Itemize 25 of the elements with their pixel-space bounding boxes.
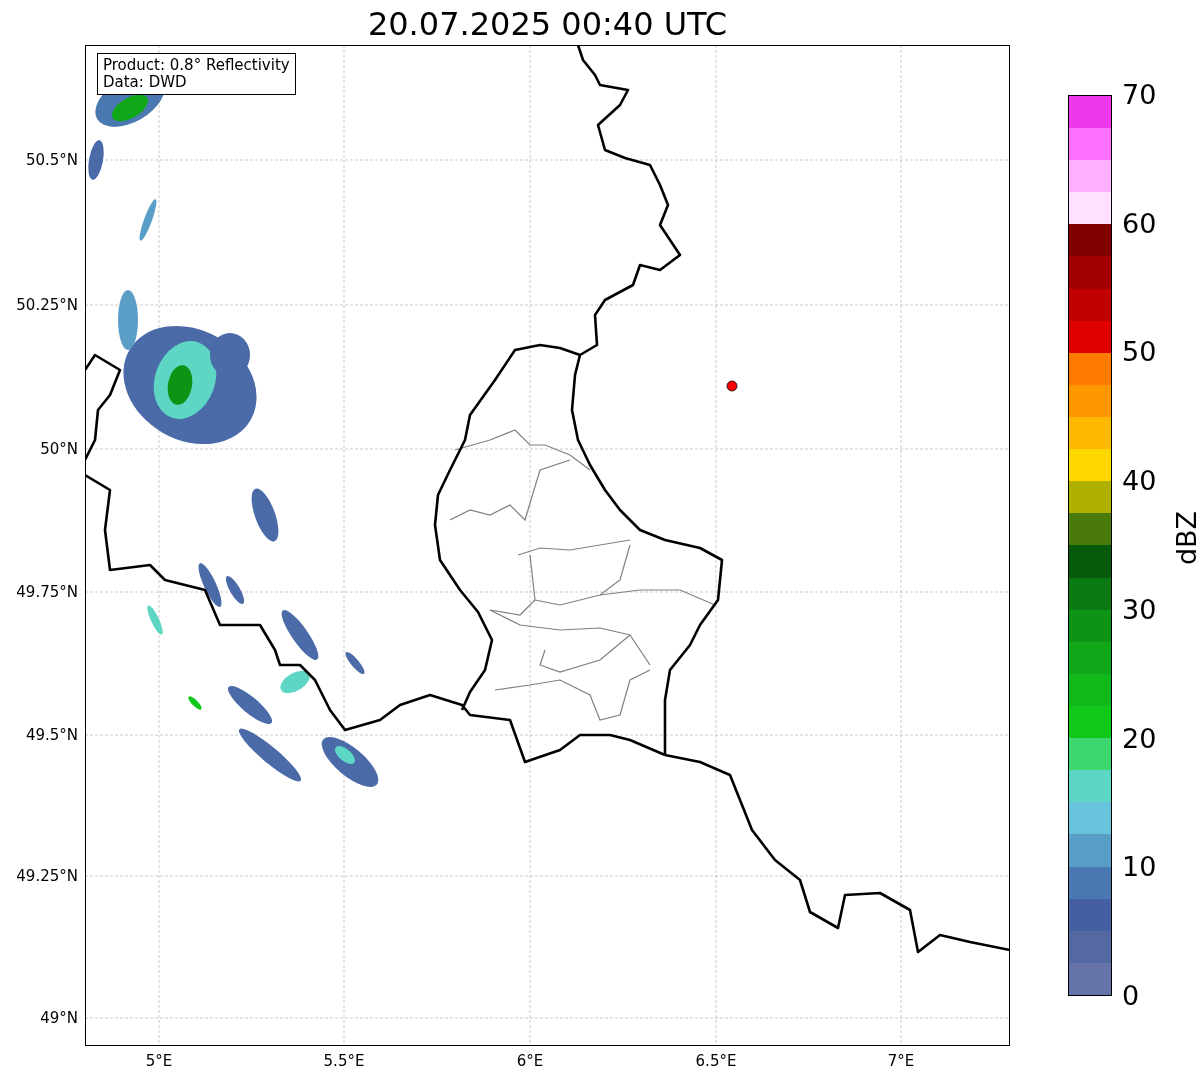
legend-text: Data: DWD (103, 74, 188, 91)
location-marker (726, 380, 738, 392)
axis-tick-label: 5°E (145, 1052, 173, 1070)
scale-tick-label: 0 (1122, 981, 1140, 1011)
axis-tick-label: 6°E (516, 1052, 544, 1070)
chart-title: 20.07.2025 00:40 UTC (366, 4, 729, 44)
scale-tick-label: 40 (1122, 466, 1157, 497)
axis-tick-label: 50.5°N (25, 151, 78, 169)
scale-tick-label: 30 (1122, 594, 1157, 625)
axis-tick-label: 50.25°N (16, 296, 78, 314)
axis-tick-label: 49°N (40, 1009, 78, 1027)
scale-tick-label: 10 (1122, 852, 1157, 883)
axis-tick-label: 49.5°N (25, 726, 78, 744)
axis-tick-label: 49.75°N (16, 583, 78, 601)
axis-tick-label: 7°E (887, 1052, 915, 1070)
axis-tick-label: 49.25°N (16, 867, 78, 885)
scale-tick-label: 20 (1122, 723, 1157, 754)
axis-tick-label: 50°N (40, 440, 78, 458)
axis-tick-label: 5.5°E (323, 1052, 365, 1070)
scale-tick-label: 70 (1122, 80, 1157, 110)
axis-tick-label: 6.5°E (695, 1052, 737, 1070)
scale-tick-label: 50 (1122, 337, 1157, 368)
scale-tick-label: 60 (1122, 208, 1157, 239)
scale-label: dBZ (1172, 510, 1202, 566)
legend-text: Product: 0.8° Reflectivity (103, 57, 290, 74)
